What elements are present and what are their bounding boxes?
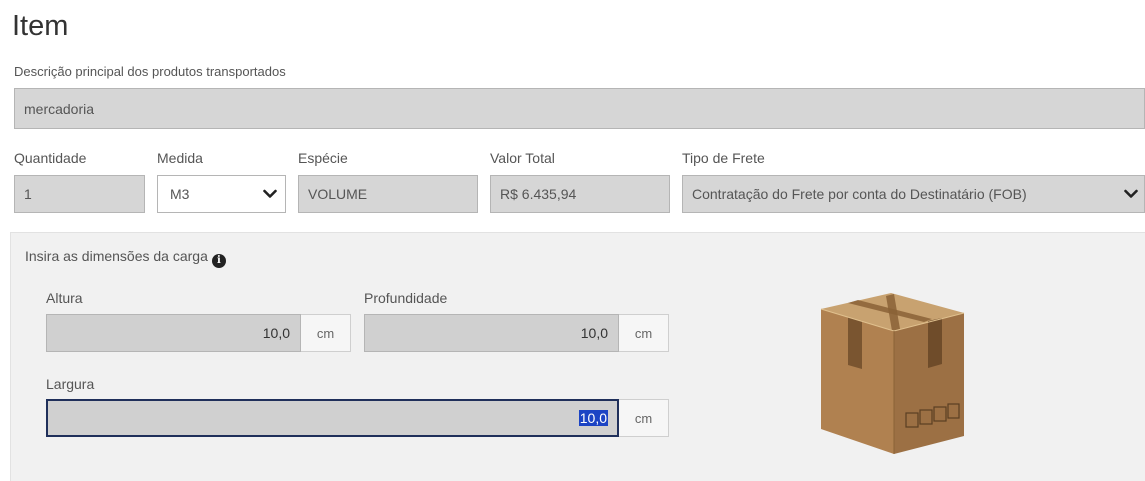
largura-input[interactable]: 10,0: [46, 399, 619, 437]
quantidade-label: Quantidade: [14, 150, 87, 166]
box-illustration: [820, 293, 965, 454]
profundidade-input[interactable]: 10,0: [364, 314, 619, 352]
medida-label: Medida: [157, 150, 203, 166]
medida-value: M3: [170, 186, 190, 202]
largura-value: 10,0: [578, 410, 608, 426]
tipo-frete-value: Contratação do Frete por conta do Destin…: [692, 186, 1027, 202]
section-title: Item: [12, 10, 69, 42]
altura-unit: cm: [301, 314, 351, 352]
info-icon[interactable]: i: [211, 254, 226, 268]
dimensions-heading: Insira as dimensões da carga i: [25, 248, 226, 268]
especie-input[interactable]: VOLUME: [298, 175, 478, 213]
largura-label: Largura: [46, 376, 95, 392]
description-input[interactable]: mercadoria: [14, 88, 1145, 129]
largura-unit: cm: [619, 399, 669, 437]
dimensions-heading-text: Insira as dimensões da carga: [25, 248, 208, 264]
chevron-down-icon: [1124, 189, 1138, 198]
altura-input[interactable]: 10,0: [46, 314, 301, 352]
altura-label: Altura: [46, 290, 83, 306]
chevron-down-icon: [263, 189, 277, 198]
quantidade-input[interactable]: 1: [14, 175, 145, 213]
profundidade-unit: cm: [619, 314, 669, 352]
valor-total-input: R$ 6.435,94: [490, 175, 670, 213]
valor-total-label: Valor Total: [490, 150, 555, 166]
dimensions-panel: Insira as dimensões da carga i Altura 10,…: [10, 232, 1145, 481]
profundidade-label: Profundidade: [364, 290, 448, 306]
tipo-frete-select[interactable]: Contratação do Frete por conta do Destin…: [682, 175, 1145, 213]
tipo-frete-label: Tipo de Frete: [682, 150, 765, 166]
description-label: Descrição principal dos produtos transpo…: [14, 64, 286, 79]
medida-select[interactable]: M3: [157, 175, 286, 213]
especie-label: Espécie: [298, 150, 348, 166]
